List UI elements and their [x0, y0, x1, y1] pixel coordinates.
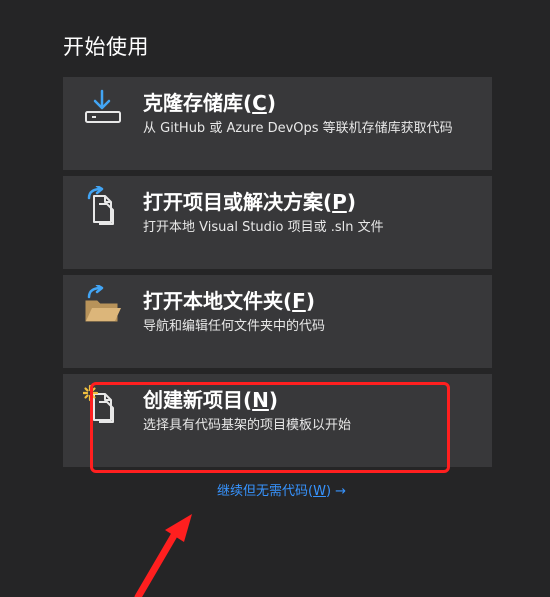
open-project-icon: [83, 186, 123, 226]
clone-download-icon: [83, 87, 123, 127]
clone-repository-card[interactable]: 克隆存储库(C) 从 GitHub 或 Azure DevOps 等联机存储库获…: [63, 77, 492, 170]
clone-repository-title: 克隆存储库(C): [143, 91, 276, 115]
continue-without-code-link[interactable]: 继续但无需代码(W) →: [217, 480, 346, 499]
create-project-description: 选择具有代码基架的项目模板以开始: [143, 418, 352, 433]
create-project-card[interactable]: 创建新项目(N) 选择具有代码基架的项目模板以开始: [63, 374, 492, 467]
open-folder-icon: [83, 285, 123, 325]
open-project-title: 打开项目或解决方案(P): [143, 190, 356, 214]
create-project-title: 创建新项目(N): [143, 388, 279, 412]
section-title: 开始使用: [63, 35, 149, 59]
open-project-card[interactable]: 打开项目或解决方案(P) 打开本地 Visual Studio 项目或 .sln…: [63, 176, 492, 269]
open-folder-title: 打开本地文件夹(F): [143, 289, 315, 313]
arrow-right-icon: →: [335, 484, 347, 499]
clone-repository-description: 从 GitHub 或 Azure DevOps 等联机存储库获取代码: [143, 121, 453, 136]
open-folder-description: 导航和编辑任何文件夹中的代码: [143, 319, 326, 334]
new-project-icon: [83, 384, 123, 424]
open-project-description: 打开本地 Visual Studio 项目或 .sln 文件: [143, 220, 384, 235]
open-folder-card[interactable]: 打开本地文件夹(F) 导航和编辑任何文件夹中的代码: [63, 275, 492, 368]
